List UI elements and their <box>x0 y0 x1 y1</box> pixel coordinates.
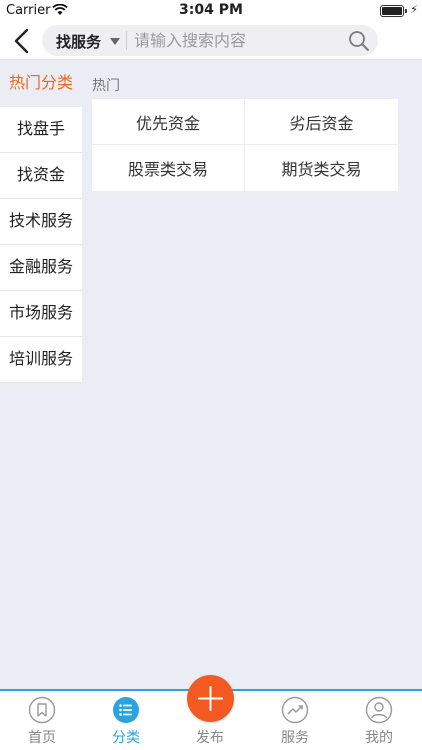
sidebar-item-market-services[interactable]: 市场服务 <box>0 291 82 337</box>
caret-down-icon[interactable] <box>110 38 120 45</box>
search-input[interactable] <box>134 29 334 52</box>
nav-bar: 找服务 <box>0 22 422 60</box>
publish-button[interactable] <box>187 675 234 722</box>
sidebar-item-finance-services[interactable]: 金融服务 <box>0 245 82 291</box>
sidebar-item-find-funds[interactable]: 找资金 <box>0 153 82 199</box>
subcategory-grid: 优先资金 劣后资金 股票类交易 期货类交易 <box>92 99 398 191</box>
category-sidebar: 热门分类 找盘手 找资金 技术服务 金融服务 市场服务 培训服务 <box>0 61 82 383</box>
battery-cap <box>405 9 407 13</box>
battery-icon <box>380 5 404 17</box>
status-bar: Carrier 3:04 PM ⚡ <box>0 0 422 22</box>
subcategory-priority-funds[interactable]: 优先资金 <box>92 99 245 145</box>
tab-profile[interactable]: 我的 <box>337 693 421 749</box>
search-scope-dropdown[interactable]: 找服务 <box>56 31 101 52</box>
list-icon <box>113 697 139 723</box>
tab-service[interactable]: 服务 <box>253 693 337 749</box>
tab-service-label: 服务 <box>281 730 309 746</box>
subcategory-stock-trading[interactable]: 股票类交易 <box>92 145 245 191</box>
sidebar-item-tech-services[interactable]: 技术服务 <box>0 199 82 245</box>
profile-icon <box>365 696 393 724</box>
tab-home[interactable]: 首页 <box>0 693 84 749</box>
subcategory-subordinate-funds[interactable]: 劣后资金 <box>245 99 398 145</box>
sidebar-item-training-services[interactable]: 培训服务 <box>0 337 82 383</box>
trend-icon <box>281 696 309 724</box>
section-title: 热门 <box>92 78 120 94</box>
search-icon[interactable] <box>348 30 370 52</box>
search-bar: 找服务 <box>42 25 378 56</box>
tab-category[interactable]: 分类 <box>84 693 168 749</box>
divider <box>126 31 127 50</box>
plus-icon <box>198 686 223 711</box>
clock: 3:04 PM <box>179 2 243 18</box>
back-chevron-icon[interactable] <box>8 25 36 57</box>
subcategory-futures-trading[interactable]: 期货类交易 <box>245 145 398 191</box>
bookmark-icon <box>28 696 56 724</box>
tab-category-label: 分类 <box>112 730 140 746</box>
tab-profile-label: 我的 <box>365 730 393 746</box>
tab-home-label: 首页 <box>28 730 56 746</box>
sidebar-item-hot[interactable]: 热门分类 <box>0 61 82 107</box>
charging-icon: ⚡ <box>410 3 418 16</box>
tab-publish-label: 发布 <box>196 730 224 746</box>
sidebar-item-find-trader[interactable]: 找盘手 <box>0 107 82 153</box>
